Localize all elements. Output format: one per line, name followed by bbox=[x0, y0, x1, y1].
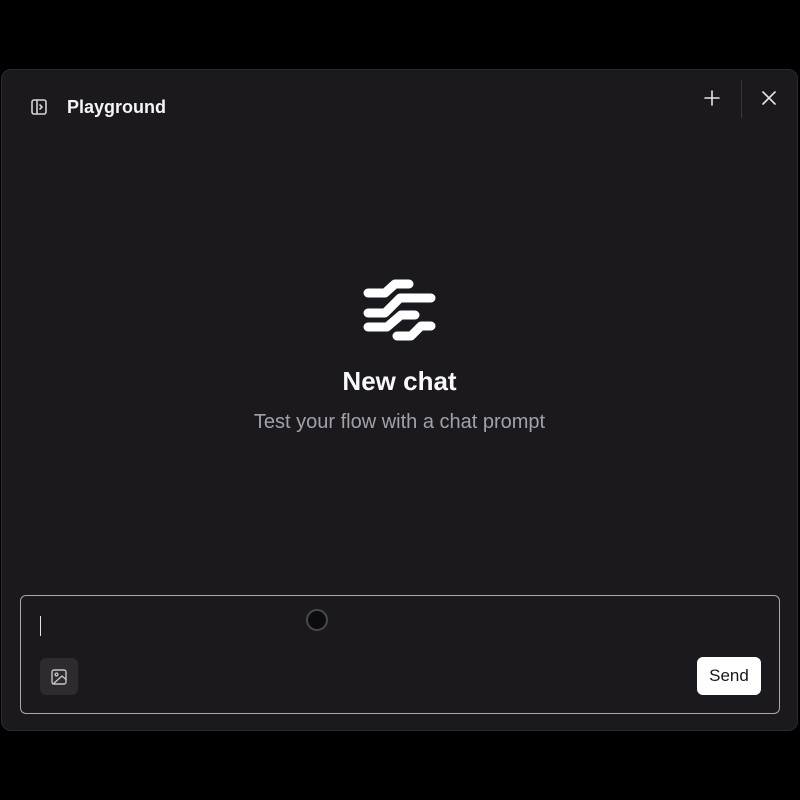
mouse-cursor bbox=[306, 609, 328, 631]
attach-image-button[interactable] bbox=[40, 658, 78, 695]
text-caret bbox=[40, 616, 41, 636]
close-icon bbox=[762, 91, 776, 105]
playground-panel: Playground New chat Test your flow with … bbox=[1, 69, 798, 731]
panel-title: Playground bbox=[67, 97, 167, 117]
empty-state-subtitle: Test your flow with a chat prompt bbox=[253, 411, 546, 433]
plus-icon bbox=[704, 90, 720, 106]
chat-composer: Send bbox=[20, 595, 780, 714]
header-divider bbox=[741, 80, 742, 118]
empty-state-title: New chat bbox=[342, 366, 457, 396]
close-button[interactable] bbox=[758, 87, 780, 109]
panel-left-open-icon bbox=[31, 99, 47, 115]
empty-state: New chat Test your flow with a chat prom… bbox=[2, 278, 797, 434]
send-button[interactable]: Send bbox=[697, 657, 761, 695]
langflow-logo-icon bbox=[363, 279, 435, 341]
panel-header: Playground bbox=[2, 70, 797, 146]
image-icon bbox=[51, 668, 67, 685]
sidebar-toggle-button[interactable] bbox=[28, 96, 50, 118]
chat-input[interactable] bbox=[35, 608, 759, 646]
new-chat-button[interactable] bbox=[701, 87, 723, 109]
